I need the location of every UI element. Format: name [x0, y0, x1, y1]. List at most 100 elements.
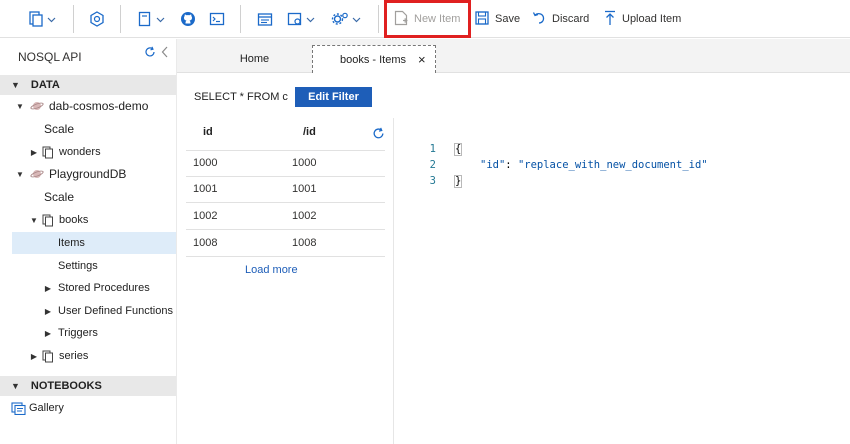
tree-scale[interactable]: Scale	[44, 118, 74, 140]
tab-label: books - Items	[340, 53, 407, 66]
new-container-icon	[28, 7, 44, 31]
tree-label: dab-cosmos-demo	[49, 99, 149, 113]
json-key: "id"	[480, 159, 506, 171]
github-button[interactable]	[180, 0, 196, 38]
tree-label: Scale	[44, 122, 75, 136]
upload-item-button[interactable]: Upload Item	[604, 0, 681, 38]
tree-database-playgrounddb[interactable]: ▼ PlaygroundDB	[14, 163, 126, 185]
caret-down-icon: ▼	[16, 101, 24, 111]
row-divider	[186, 229, 385, 230]
tree-label: Settings	[58, 260, 98, 272]
terminal-icon	[209, 7, 225, 31]
toolbar-divider	[240, 5, 241, 33]
caret-down-icon: ▼	[30, 215, 38, 225]
new-notebook-icon	[137, 7, 153, 31]
line-number: 1	[429, 143, 436, 155]
row-divider	[186, 202, 385, 203]
code-line-2: "id": "replace_with_new_document_id"	[480, 159, 708, 171]
tree-triggers[interactable]: ▶ Triggers	[42, 322, 98, 344]
tab-home[interactable]: Home	[217, 45, 292, 73]
container-icon	[42, 146, 54, 159]
tree-user-defined-functions[interactable]: ▶ User Defined Functions	[42, 300, 173, 322]
cell-partition-key: 1008	[292, 237, 317, 249]
tree-items[interactable]: Items	[12, 232, 176, 254]
discard-button[interactable]: Discard	[532, 0, 589, 38]
line-number: 3	[429, 175, 436, 187]
tree-label: Items	[58, 237, 85, 249]
settings-button[interactable]	[331, 0, 361, 38]
tree-scale[interactable]: Scale	[44, 186, 74, 208]
gallery-icon	[11, 401, 26, 415]
open-query-button[interactable]	[287, 0, 315, 38]
new-container-button[interactable]	[28, 0, 56, 38]
tree-label: Scale	[44, 190, 75, 204]
save-button[interactable]: Save	[475, 0, 520, 38]
load-more-link[interactable]: Load more	[245, 264, 298, 276]
toolbar-divider	[120, 5, 121, 33]
tree-label: Gallery	[29, 402, 64, 414]
json-value: "replace_with_new_document_id"	[517, 159, 708, 171]
github-icon	[180, 7, 196, 31]
caret-right-icon: ▶	[44, 328, 52, 338]
api-title: NOSQL API	[18, 50, 82, 64]
collapse-sidebar-icon[interactable]	[161, 46, 169, 61]
refresh-documents-icon[interactable]	[372, 127, 385, 143]
tree-label: Triggers	[58, 327, 98, 339]
data-section-header[interactable]: ▼ DATA	[0, 75, 176, 95]
save-icon	[475, 10, 489, 28]
code-line-3: }	[454, 175, 463, 188]
new-notebook-button[interactable]	[137, 0, 165, 38]
data-section-label: DATA	[30, 79, 60, 91]
edit-filter-button[interactable]: Edit Filter	[295, 87, 372, 107]
tree-label: User Defined Functions	[58, 305, 173, 317]
json-colon: :	[505, 159, 518, 171]
tab-books-items[interactable]: books - Items ×	[312, 45, 436, 73]
caret-down-icon: ▼	[16, 169, 24, 179]
tree-label: Stored Procedures	[58, 282, 150, 294]
cosmos-button[interactable]	[89, 0, 105, 38]
tree-label: series	[59, 350, 89, 362]
toolbar-divider	[73, 5, 74, 33]
tree-settings[interactable]: Settings	[58, 255, 98, 277]
column-header-id[interactable]: id	[203, 126, 213, 138]
column-header-partition-key[interactable]: /id	[303, 126, 316, 138]
refresh-icon[interactable]	[144, 46, 156, 61]
upload-item-label: Upload Item	[622, 13, 682, 25]
pane-splitter[interactable]	[393, 118, 394, 444]
open-query-icon	[287, 7, 303, 31]
tree-container-wonders[interactable]: ▶ wonders	[28, 141, 101, 163]
notebooks-section-header[interactable]: ▼ NOTEBOOKS	[0, 376, 176, 396]
discard-label: Discard	[552, 13, 590, 25]
database-icon	[30, 168, 44, 180]
tree-gallery[interactable]: Gallery	[11, 397, 64, 419]
undo-icon	[532, 11, 546, 28]
tree-database-dab-cosmos-demo[interactable]: ▼ dab-cosmos-demo	[14, 95, 148, 117]
cell-id: 1002	[193, 210, 218, 222]
chevron-down-icon	[156, 12, 165, 26]
code-line-1: {	[454, 143, 463, 156]
chevron-down-icon	[47, 12, 56, 26]
toolbar-divider	[378, 5, 379, 33]
save-label: Save	[495, 13, 521, 25]
tree-label: PlaygroundDB	[49, 167, 127, 181]
close-brace: }	[454, 175, 463, 188]
settings-panel-button[interactable]	[257, 0, 273, 38]
row-divider	[186, 150, 385, 151]
database-icon	[30, 100, 44, 112]
tree-container-series[interactable]: ▶ series	[28, 345, 88, 367]
terminal-button[interactable]	[209, 0, 225, 38]
container-icon	[42, 214, 54, 227]
cell-id: 1001	[193, 183, 218, 195]
row-divider	[186, 256, 385, 257]
gear-icon	[331, 7, 349, 31]
query-text: SELECT * FROM c	[194, 91, 288, 103]
tree-label: books	[59, 214, 89, 226]
tree-stored-procedures[interactable]: ▶ Stored Procedures	[42, 277, 150, 299]
resource-tree: NOSQL API ▼ DATA ▼ dab-cosmos-demo Scale…	[0, 39, 177, 444]
cell-partition-key: 1000	[292, 157, 317, 169]
open-brace: {	[454, 143, 463, 156]
close-icon[interactable]: ×	[418, 52, 426, 67]
line-number: 2	[429, 159, 436, 171]
tree-container-books[interactable]: ▼ books	[28, 209, 88, 231]
caret-down-icon: ▼	[11, 381, 20, 391]
